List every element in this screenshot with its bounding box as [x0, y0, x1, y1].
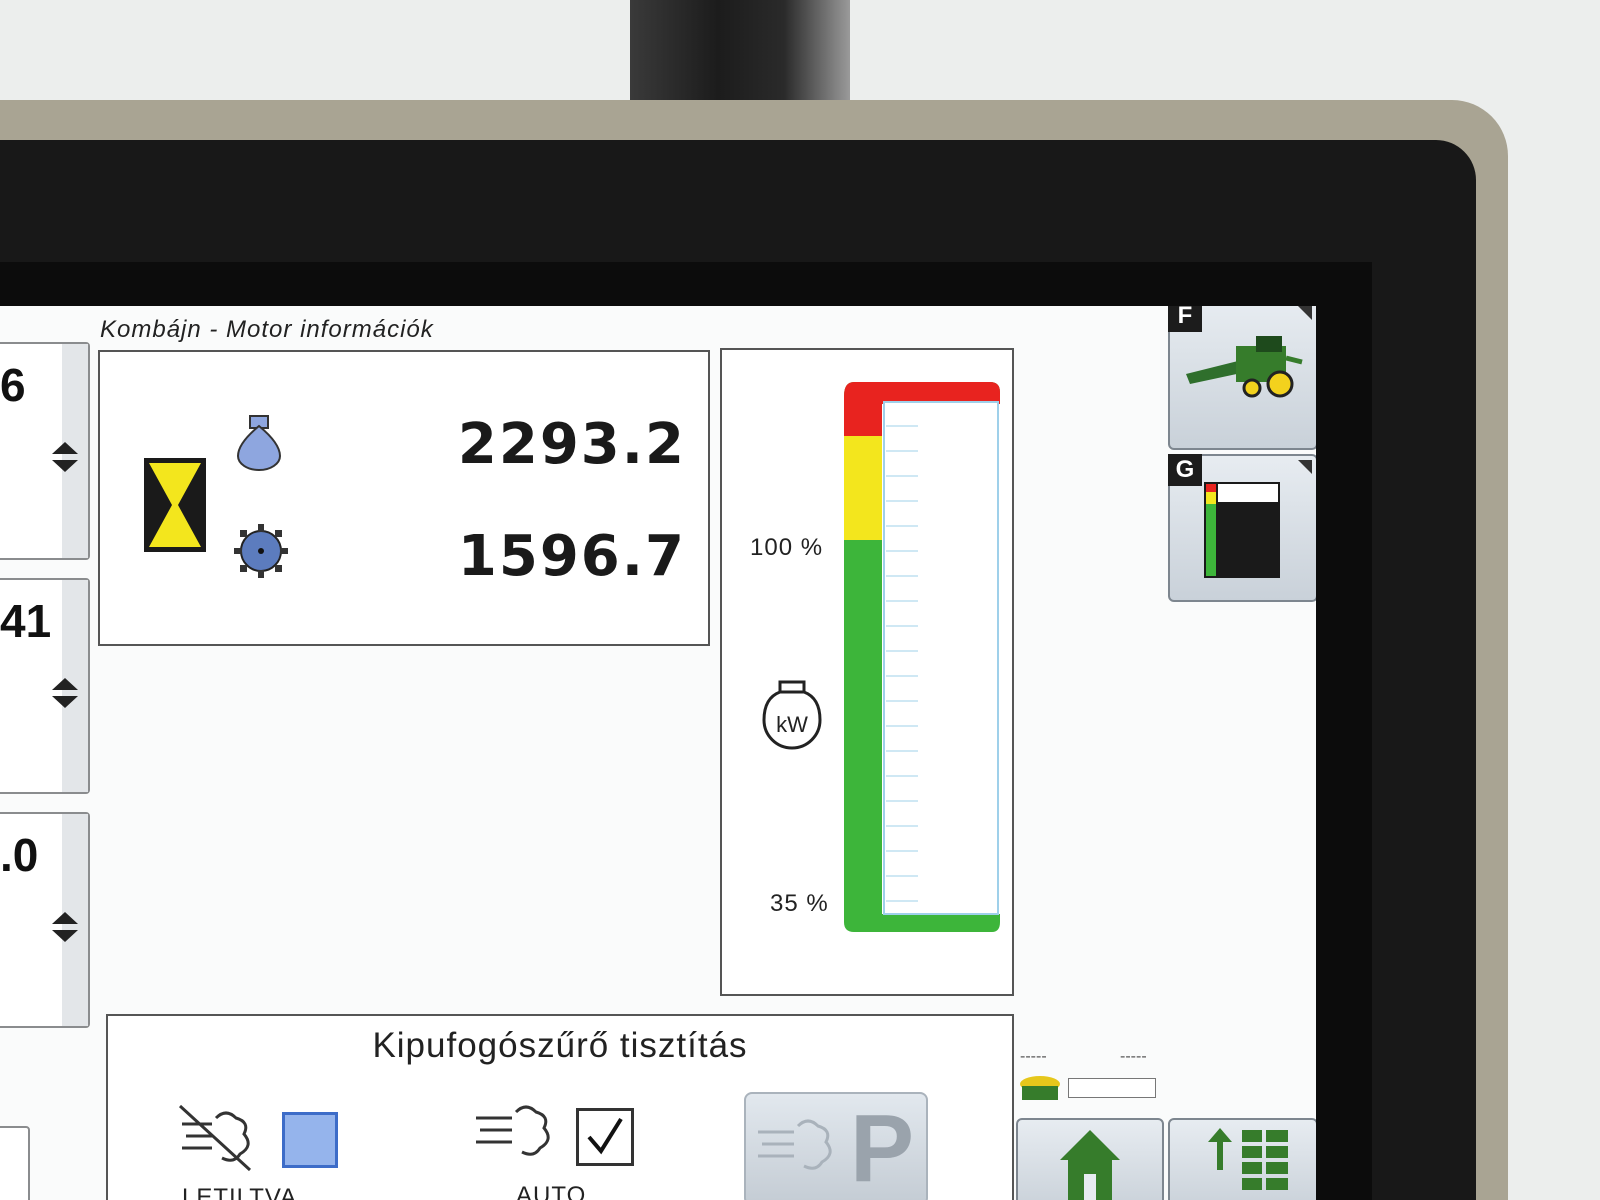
grain-tank-level-bar — [1068, 1078, 1156, 1098]
park-letter: P — [850, 1095, 915, 1200]
dpf-park-icon — [758, 1119, 832, 1170]
left-value-panel-4[interactable] — [0, 1126, 30, 1200]
up-down-arrows-icon[interactable] — [50, 910, 80, 944]
dpf-auto-checkbox[interactable] — [576, 1108, 634, 1166]
kw-unit-text: kW — [776, 712, 808, 737]
combine-harvester-icon — [1186, 336, 1303, 398]
gauge-label-35: 35 % — [770, 890, 829, 917]
checkmark-icon — [587, 1117, 623, 1155]
left-value-panel-3[interactable]: .0 — [0, 812, 90, 1028]
dpf-cleaning-panel: Kipufogószűrő tisztítás LETILTVA AUTO P — [106, 1014, 1014, 1200]
dpf-title: Kipufogószűrő tisztítás — [372, 1026, 748, 1065]
engine-power-icon: kW — [762, 680, 822, 750]
softkey-label-f: F — [1168, 306, 1202, 332]
load-gauge-icon — [1204, 482, 1280, 578]
background-machine-part — [630, 0, 850, 110]
display-screen: Kombájn - Motor információk 6 41 .0 2293… — [0, 306, 1316, 1200]
dpf-disabled-checkbox[interactable] — [282, 1112, 338, 1168]
dpf-auto-label: AUTO — [516, 1182, 587, 1200]
fuel-value: 2293.2 — [457, 412, 686, 477]
hourglass-icon — [144, 458, 206, 552]
engine-load-gauge — [844, 382, 1000, 932]
left-value-panel-1[interactable]: 6 — [0, 342, 90, 560]
page-title: Kombájn - Motor információk — [100, 316, 434, 343]
corner-indicator-icon — [1298, 306, 1312, 320]
grain-tank-icon — [1020, 1076, 1060, 1100]
softkey-label-g: G — [1168, 454, 1202, 486]
dpf-auto-icon — [476, 1105, 550, 1156]
engine-load-panel: 100 % 35 % kW — [720, 348, 1014, 996]
home-button[interactable] — [1016, 1118, 1164, 1200]
panel-value: .0 — [0, 829, 39, 881]
panel-value: 6 — [0, 359, 26, 411]
menu-layout-button[interactable] — [1168, 1118, 1316, 1200]
dpf-disabled-label: LETILTVA — [182, 1184, 298, 1200]
fuel-drop-icon — [236, 415, 282, 471]
softkey-f-combine[interactable]: F — [1168, 306, 1316, 450]
engine-info-panel: 2293.2 1596.7 — [98, 350, 710, 646]
gauge-label-100: 100 % — [750, 534, 824, 561]
layout-grid-up-icon — [1208, 1128, 1288, 1190]
corner-indicator-icon — [1298, 460, 1312, 474]
home-icon — [1060, 1130, 1120, 1200]
panel-value: 41 — [0, 595, 52, 647]
engine-speed-gear-icon — [234, 524, 288, 578]
up-down-arrows-icon[interactable] — [50, 440, 80, 474]
park-cleaning-button[interactable]: P — [744, 1092, 928, 1200]
status-dash-left: ----- — [1020, 1048, 1047, 1065]
rpm-value: 1596.7 — [457, 524, 686, 589]
up-down-arrows-icon[interactable] — [50, 676, 80, 710]
left-value-panel-2[interactable]: 41 — [0, 578, 90, 794]
softkey-g-load[interactable]: G — [1168, 454, 1316, 602]
dpf-disabled-icon — [178, 1104, 252, 1172]
status-dash-right: ----- — [1120, 1048, 1147, 1065]
